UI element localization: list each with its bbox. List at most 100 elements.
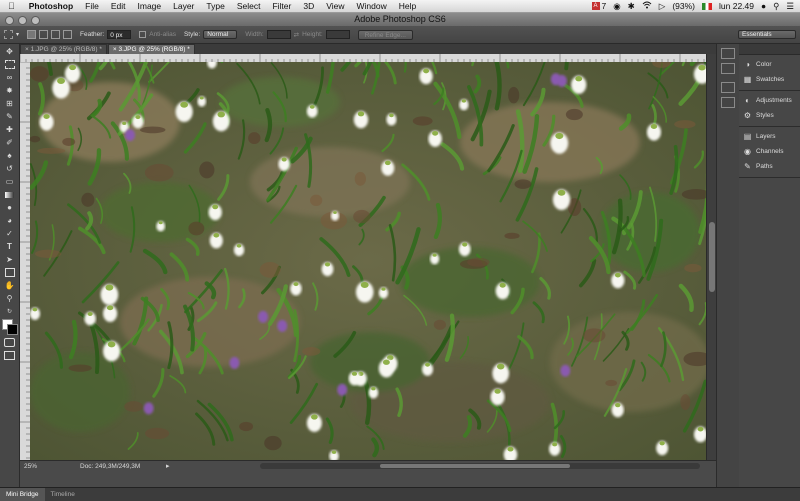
menu-window[interactable]: Window [351,1,393,11]
eraser-tool-icon[interactable]: ▭ [3,176,16,187]
color-swatches[interactable] [2,319,18,335]
feather-input[interactable]: 0 px [107,30,131,39]
status-menu-arrow-icon[interactable]: ▸ [166,462,170,470]
properties-icon[interactable] [721,63,735,74]
menu-edit[interactable]: Edit [105,1,132,11]
preset-dropdown-icon[interactable]: ▾ [16,31,19,38]
wifi-icon[interactable] [642,1,652,11]
apple-icon[interactable]:  [0,1,23,11]
panel-channels[interactable]: ◉Channels [739,144,800,159]
character-icon[interactable] [721,82,735,93]
panel-styles[interactable]: ⚙Styles [739,108,800,123]
panel-color[interactable]: ◑Color [739,57,800,72]
quick-selection-tool-icon[interactable]: ✸ [3,85,16,96]
menu-type[interactable]: Type [200,1,230,11]
menu-file[interactable]: File [79,1,105,11]
menu-image[interactable]: Image [132,1,168,11]
width-input[interactable] [267,30,291,39]
panel-swatches[interactable]: ▦Swatches [739,72,800,87]
menu-3d[interactable]: 3D [297,1,320,11]
volume-icon[interactable]: ▷ [659,1,666,12]
search-icon[interactable]: ⚲ [773,1,779,12]
style-label: Style: [184,31,200,38]
history-brush-tool-icon[interactable]: ↺ [3,163,16,174]
intersect-selection-icon[interactable] [63,30,72,39]
new-selection-icon[interactable] [27,30,36,39]
tab-mini-bridge[interactable]: Mini Bridge [0,488,45,501]
window-title: Adobe Photoshop CS6 [0,14,800,24]
healing-brush-tool-icon[interactable]: ✚ [3,124,16,135]
tab-timeline[interactable]: Timeline [45,488,81,501]
paragraph-icon[interactable] [721,97,735,108]
eye-icon[interactable]: ◉ [613,1,620,12]
gradient-tool-icon[interactable] [3,189,16,200]
photo-snowdrops [30,62,706,460]
menu-select[interactable]: Select [231,1,267,11]
status-bar: 25% Doc: 249,3M/249,3M ▸ [20,460,716,488]
refine-edge-button[interactable]: Refine Edge... [358,30,413,40]
horizontal-scrollbar[interactable] [260,463,700,469]
panel-adjustments[interactable]: ◐Adjustments [739,93,800,108]
background-color-swatch[interactable] [7,324,18,335]
panel-paths[interactable]: ✎Paths [739,159,800,174]
move-tool-icon[interactable]: ✥ [3,46,16,57]
dodge-tool-icon[interactable]: ◕ [3,215,16,226]
menu-view[interactable]: View [320,1,350,11]
add-selection-icon[interactable] [39,30,48,39]
panel-label: Color [756,61,772,68]
scroll-thumb[interactable] [380,464,570,468]
user-icon[interactable]: ● [761,1,766,11]
height-input[interactable] [326,30,350,39]
menu-app-name[interactable]: Photoshop [23,1,79,11]
clone-stamp-tool-icon[interactable]: ♠ [3,150,16,161]
swap-colors-icon[interactable]: ↻ [3,306,16,317]
path-selection-tool-icon[interactable]: ➤ [3,254,16,265]
collapsed-panel-strip [716,44,740,487]
panel-layers[interactable]: ▤Layers [739,129,800,144]
adobe-icon[interactable]: A 7 [592,1,607,11]
menu-filter[interactable]: Filter [266,1,297,11]
panel-label: Channels [756,148,783,155]
panel-group-layers: ▤Layers ◉Channels ✎Paths [739,127,800,178]
adobe-count: 7 [602,1,607,11]
list-icon[interactable]: ☰ [786,1,794,12]
brush-tool-icon[interactable]: ✐ [3,137,16,148]
toolbox: ✥ ∞ ✸ ⊞ ✎ ✚ ✐ ♠ ↺ ▭ ● ◕ ✓ T ➤ ✋ ⚲ ↻ [0,44,20,487]
rectangle-tool-icon[interactable] [3,267,16,278]
clock[interactable]: lun 22.49 [719,1,754,11]
menu-help[interactable]: Help [393,1,422,11]
eyedropper-tool-icon[interactable]: ✎ [3,111,16,122]
zoom-tool-icon[interactable]: ⚲ [3,293,16,304]
screen-mode-icon[interactable] [3,350,16,361]
lasso-tool-icon[interactable]: ∞ [3,72,16,83]
zoom-level[interactable]: 25% [24,463,37,470]
panel-dock-header[interactable] [739,44,800,55]
panel-label: Adjustments [756,97,792,104]
grid-icon: ▦ [743,75,752,84]
hand-tool-icon[interactable]: ✋ [3,280,16,291]
blur-tool-icon[interactable]: ● [3,202,16,213]
bluetooth-icon[interactable]: ✱ [628,1,635,12]
tab-label: 1.JPG @ 25% (RGB/8) * [31,46,102,53]
ruler-ticks [20,62,30,460]
scroll-thumb[interactable] [709,222,715,292]
swap-icon[interactable]: ⇄ [294,31,299,39]
quick-mask-icon[interactable] [3,337,16,348]
panel-group-adjustments: ◐Adjustments ⚙Styles [739,91,800,127]
anti-alias-label: Anti-alias [149,31,176,38]
type-tool-icon[interactable]: T [3,241,16,252]
menu-layer[interactable]: Layer [167,1,200,11]
battery-status[interactable]: (93%) [672,1,695,11]
flag-icon[interactable] [702,3,712,10]
subtract-selection-icon[interactable] [51,30,60,39]
workspace-select[interactable]: Essentials [738,30,796,39]
marquee-tool-preset-icon[interactable] [4,30,13,39]
anti-alias-checkbox[interactable] [139,31,146,38]
marquee-tool-icon[interactable] [3,59,16,70]
style-select[interactable]: Normal [203,30,237,39]
crop-tool-icon[interactable]: ⊞ [3,98,16,109]
pen-tool-icon[interactable]: ✓ [3,228,16,239]
options-bar: ▾ Feather: 0 px Anti-alias Style: Normal… [0,26,800,44]
history-icon[interactable] [721,48,735,59]
document-canvas[interactable] [30,62,706,460]
